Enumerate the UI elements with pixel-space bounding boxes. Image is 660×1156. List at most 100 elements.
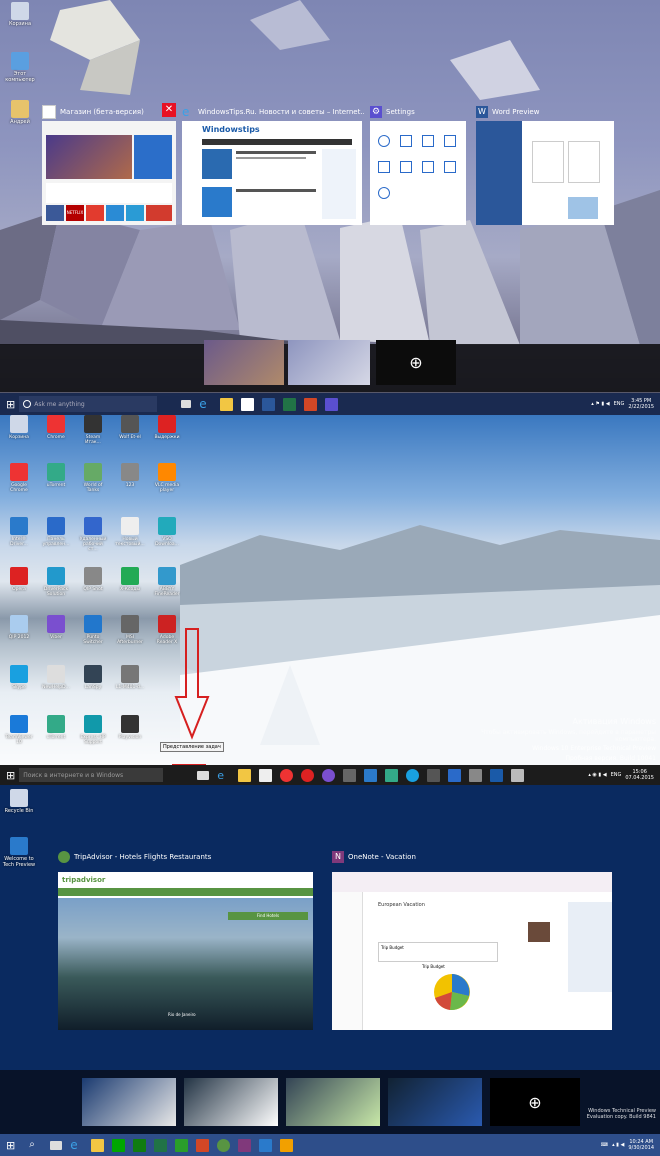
- desktop-icon[interactable]: Skype: [4, 665, 34, 690]
- task-window-tripadvisor[interactable]: TripAdvisor - Hotels Flights Restaurants…: [58, 850, 313, 1050]
- powerpoint-taskbar-icon[interactable]: [304, 397, 318, 411]
- app-icon[interactable]: [385, 768, 399, 782]
- excel-taskbar-icon[interactable]: [154, 1138, 168, 1152]
- desktop-icon[interactable]: LanSpy: [78, 665, 108, 690]
- start-button[interactable]: ⊞: [6, 398, 15, 411]
- word-taskbar-icon[interactable]: [262, 397, 276, 411]
- desktop-icon[interactable]: uTorrent: [41, 463, 71, 488]
- folder-icon[interactable]: [238, 768, 252, 782]
- language-indicator[interactable]: ENG: [614, 401, 625, 407]
- new-desktop-button[interactable]: ⊕: [376, 340, 456, 385]
- desktop-thumbnail-1[interactable]: [204, 340, 284, 385]
- folder-icon[interactable]: [91, 1138, 105, 1152]
- viber-icon[interactable]: [322, 768, 336, 782]
- desktop-icon[interactable]: Chrome: [41, 415, 71, 440]
- desktop-icon[interactable]: World of Tanks: [78, 463, 108, 493]
- desktop-icon-this-pc[interactable]: Этот компьютер: [2, 52, 38, 83]
- desktop-icon[interactable]: 123: [115, 463, 145, 488]
- language-indicator[interactable]: ENG: [611, 772, 622, 778]
- opera-icon[interactable]: [301, 768, 315, 782]
- desktop-icon[interactable]: Новый текстовый...: [115, 517, 145, 547]
- recycle-bin-icon: [11, 2, 29, 20]
- task-window-ie[interactable]: e WindowsTips.Ru. Новости и советы – Int…: [182, 103, 364, 227]
- desktop-icon[interactable]: Opera: [4, 567, 34, 592]
- chrome-icon[interactable]: [280, 768, 294, 782]
- desktop-icon[interactable]: VLC media player: [152, 463, 182, 493]
- search-box[interactable]: Ask me anything: [19, 396, 158, 412]
- ie-icon[interactable]: e: [70, 1138, 83, 1152]
- start-button[interactable]: ⊞: [6, 1139, 15, 1152]
- task-view-icon[interactable]: [181, 400, 192, 408]
- app-icon[interactable]: [280, 1138, 294, 1152]
- task-window-word[interactable]: W Word Preview: [476, 103, 616, 227]
- desktop-thumbnail-4[interactable]: [388, 1078, 482, 1126]
- desktop-icon[interactable]: Viber: [41, 615, 71, 640]
- skype-icon[interactable]: [406, 768, 420, 782]
- desktop-icon[interactable]: TeamViewer 10: [4, 715, 34, 745]
- keyboard-icon[interactable]: ⌨: [601, 1142, 608, 1148]
- task-window-store[interactable]: Магазин (бета-версия) ✕ NETFLIX: [42, 103, 176, 227]
- folder-icon[interactable]: [220, 397, 234, 411]
- desktop-icon[interactable]: MSI Afterburner: [115, 615, 145, 645]
- task-view-button[interactable]: [197, 770, 210, 780]
- ie-icon[interactable]: e: [217, 769, 230, 782]
- desktop-icon[interactable]: Панель управлен...: [41, 517, 71, 547]
- desktop-icon[interactable]: ABBYY FineReader: [152, 567, 182, 597]
- desktop-icon-recycle-bin[interactable]: Recycle Bin: [2, 789, 36, 814]
- xbox-icon[interactable]: [133, 1138, 147, 1152]
- calculator-icon[interactable]: [364, 768, 378, 782]
- desktop-thumbnail-2[interactable]: [288, 340, 370, 385]
- store-icon[interactable]: [259, 768, 273, 782]
- powerpoint-taskbar-icon[interactable]: [196, 1138, 210, 1152]
- desktop-icon[interactable]: Удаленный рабочий ст...: [78, 517, 108, 552]
- desktop-icon[interactable]: Выдержки: [152, 415, 182, 440]
- desktop-icon[interactable]: Playvision: [115, 715, 145, 740]
- onenote-taskbar-icon[interactable]: [238, 1138, 252, 1152]
- desktop-icon[interactable]: QIP 2012: [4, 615, 34, 640]
- desktop-thumbnail-3[interactable]: [286, 1078, 380, 1126]
- desktop-thumbnail-1[interactable]: [82, 1078, 176, 1126]
- settings-taskbar-icon[interactable]: [325, 397, 339, 411]
- search-icon[interactable]: ⌕: [29, 1139, 42, 1152]
- store-icon[interactable]: [112, 1138, 126, 1152]
- desktop-icon[interactable]: L1-M401-d...: [115, 665, 145, 690]
- start-button[interactable]: ⊞: [6, 769, 15, 782]
- clock[interactable]: 10:24 AM 9/30/2014: [628, 1139, 654, 1151]
- desktop-icon[interactable]: uTorrent: [41, 715, 71, 740]
- new-desktop-button[interactable]: ⊕: [490, 1078, 580, 1126]
- app-icon[interactable]: [511, 768, 525, 782]
- desktop-icon[interactable]: NewHelpD...: [41, 665, 71, 690]
- app-icon[interactable]: [469, 768, 483, 782]
- close-window-button[interactable]: ✕: [162, 103, 176, 117]
- desktop-icon-recycle-bin[interactable]: Корзина: [2, 2, 38, 27]
- desktop-thumbnail-2[interactable]: [184, 1078, 278, 1126]
- desktop-icon[interactable]: Wolf Et-el: [115, 415, 145, 440]
- finance-icon[interactable]: [175, 1138, 189, 1152]
- desktop-icon[interactable]: Steam Итак...: [78, 415, 108, 445]
- desktop-icon[interactable]: Express HP Support: [78, 715, 108, 745]
- excel-taskbar-icon[interactable]: [283, 397, 297, 411]
- app-icon[interactable]: [427, 768, 441, 782]
- task-view-button[interactable]: [50, 1140, 63, 1150]
- store-icon[interactable]: [241, 397, 255, 411]
- search-box[interactable]: Поиск в интернете и в Windows: [19, 768, 164, 782]
- desktop-icon[interactable]: Google Chrome: [4, 463, 34, 493]
- photos-icon[interactable]: [259, 1138, 273, 1152]
- desktop-icon[interactable]: QIP Shot: [78, 567, 108, 592]
- app-icon[interactable]: [448, 768, 462, 782]
- desktop-icon-welcome[interactable]: Welcome to Tech Preview: [2, 837, 36, 868]
- desktop-icon-user[interactable]: Андрей: [2, 100, 38, 125]
- tripadvisor-taskbar-icon[interactable]: [217, 1138, 231, 1152]
- ie-icon[interactable]: e: [199, 397, 212, 411]
- clock[interactable]: 3:45 PM 2/22/2015: [628, 398, 654, 410]
- app-icon[interactable]: [343, 768, 357, 782]
- desktop-icon[interactable]: Х-Ксоды: [115, 567, 145, 592]
- desktop-icon[interactable]: Корзина: [4, 415, 34, 440]
- desktop-icon[interactable]: VSO Downloa...: [152, 517, 182, 547]
- desktop-icon[interactable]: Punto Switcher: [78, 615, 108, 645]
- desktop-icon[interactable]: DriverPack Solution: [41, 567, 71, 597]
- desktop-icon[interactable]: Intel® Driver...: [4, 517, 34, 547]
- app-icon[interactable]: [490, 768, 504, 782]
- task-window-onenote[interactable]: N OneNote - Vacation European Vacation T…: [332, 850, 612, 1050]
- clock[interactable]: 15:06 07.04.2015: [625, 769, 654, 781]
